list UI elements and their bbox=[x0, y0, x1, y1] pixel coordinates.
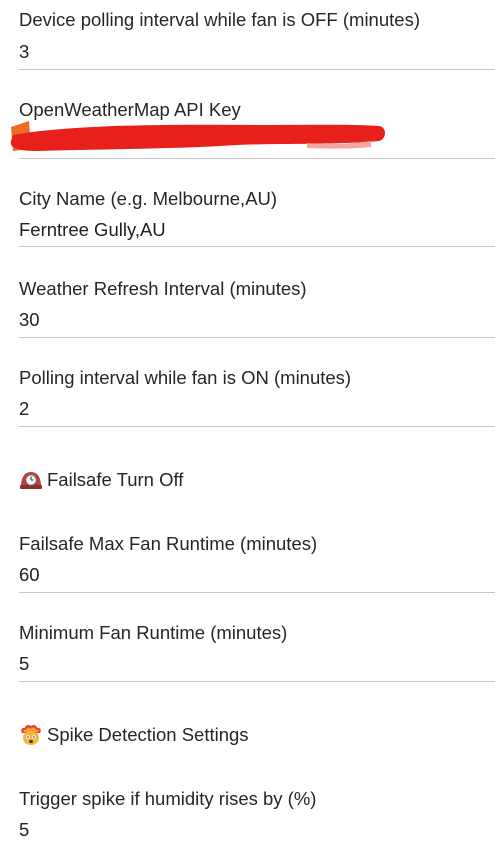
section-title: Spike Detection Settings bbox=[47, 724, 249, 745]
field-label: Polling interval while fan is ON (minute… bbox=[19, 367, 352, 388]
polling-interval-on-field[interactable]: Polling interval while fan is ON (minute… bbox=[19, 367, 495, 427]
weather-refresh-field[interactable]: Weather Refresh Interval (minutes) 30 bbox=[19, 278, 495, 338]
field-value[interactable]: 30 bbox=[19, 309, 40, 331]
field-label: Device polling interval while fan is OFF… bbox=[19, 9, 420, 30]
field-value[interactable]: 60 bbox=[19, 564, 40, 586]
field-label: Weather Refresh Interval (minutes) bbox=[19, 278, 307, 299]
field-value[interactable]: 3 bbox=[19, 41, 29, 63]
field-label: Trigger spike if humidity rises by (%) bbox=[19, 788, 317, 809]
mantelpiece-clock-icon bbox=[20, 472, 42, 489]
city-name-field[interactable]: City Name (e.g. Melbourne,AU) Ferntree G… bbox=[19, 188, 495, 247]
failsafe-section-header: Failsafe Turn Off bbox=[19, 468, 183, 492]
field-value[interactable]: 2 bbox=[19, 398, 29, 420]
field-value[interactable]: 5 bbox=[19, 653, 29, 675]
polling-interval-off-field[interactable]: Device polling interval while fan is OFF… bbox=[19, 9, 495, 70]
spike-trigger-field[interactable]: Trigger spike if humidity rises by (%) 5 bbox=[19, 788, 495, 842]
field-value[interactable]: 5 bbox=[19, 819, 29, 841]
field-label: Failsafe Max Fan Runtime (minutes) bbox=[19, 533, 318, 554]
field-label: Minimum Fan Runtime (minutes) bbox=[19, 622, 288, 643]
section-title: Failsafe Turn Off bbox=[47, 469, 184, 490]
field-label: City Name (e.g. Melbourne,AU) bbox=[19, 188, 278, 209]
minimum-fan-runtime-field[interactable]: Minimum Fan Runtime (minutes) 5 bbox=[19, 622, 495, 682]
failsafe-max-runtime-field[interactable]: Failsafe Max Fan Runtime (minutes) 60 bbox=[19, 533, 495, 593]
spike-section-header: Spike Detection Settings bbox=[19, 723, 249, 747]
field-value[interactable]: Ferntree Gully,AU bbox=[19, 219, 166, 241]
exploding-head-icon bbox=[21, 724, 41, 745]
redaction-scribble bbox=[10, 121, 386, 151]
api-key-field[interactable]: OpenWeatherMap API Key bbox=[10, 99, 495, 159]
